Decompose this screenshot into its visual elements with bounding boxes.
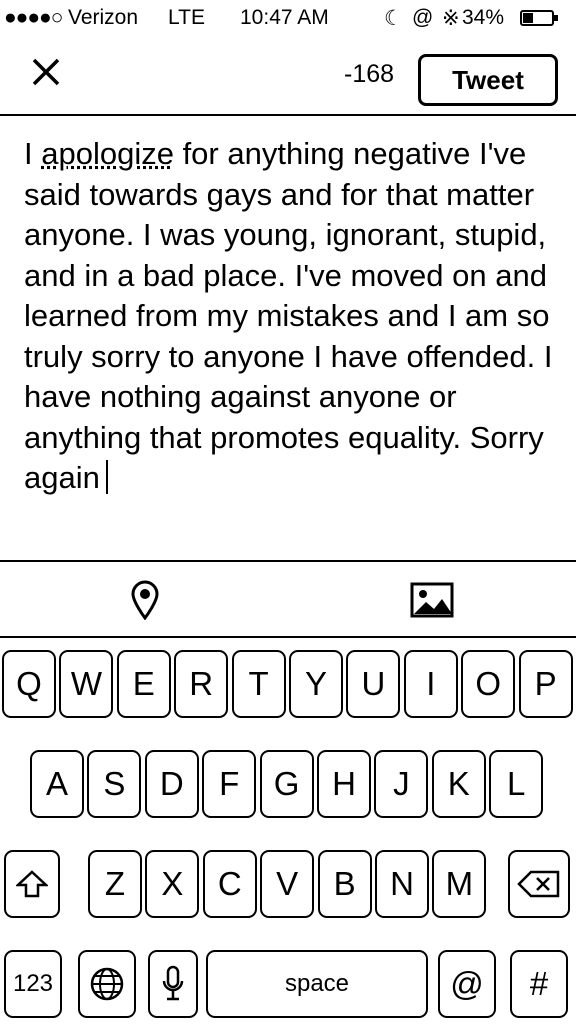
- key-e[interactable]: E: [116, 650, 171, 718]
- tweet-text-rest: for anything negative I've said towards …: [24, 136, 553, 495]
- tweet-text-area[interactable]: I apologize for anything negative I've s…: [24, 134, 560, 499]
- clock: 10:47 AM: [240, 6, 329, 29]
- key-j[interactable]: J: [374, 750, 429, 818]
- text-cursor: [105, 460, 108, 494]
- backspace-icon: [517, 870, 560, 898]
- key-h[interactable]: H: [317, 750, 371, 818]
- battery-icon: [520, 10, 558, 26]
- shift-icon: [16, 870, 48, 898]
- globe-key[interactable]: [78, 950, 136, 1018]
- tweet-button[interactable]: Tweet: [418, 54, 558, 106]
- battery-fill: [523, 13, 533, 23]
- key-y[interactable]: Y: [289, 650, 343, 718]
- at-key[interactable]: @: [438, 950, 496, 1018]
- bluetooth-icon: ※: [442, 7, 460, 30]
- carrier-name: Verizon: [68, 6, 139, 29]
- backspace-key[interactable]: [508, 850, 570, 918]
- key-u[interactable]: U: [346, 650, 401, 718]
- key-r[interactable]: R: [174, 650, 229, 718]
- key-s[interactable]: S: [87, 750, 142, 818]
- key-d[interactable]: D: [144, 750, 199, 818]
- key-a[interactable]: A: [30, 750, 84, 818]
- do-not-disturb-icon: ☾: [384, 7, 403, 30]
- network-type: LTE: [168, 6, 205, 29]
- globe-icon: [90, 967, 124, 1001]
- keyboard: QWERTYUIOP ASDFGHJKL ZXCVBNM 123 space @…: [0, 638, 576, 1024]
- key-c[interactable]: C: [202, 850, 257, 918]
- key-i[interactable]: I: [403, 650, 458, 718]
- battery-percentage: 34%: [462, 6, 505, 29]
- key-f[interactable]: F: [202, 750, 257, 818]
- key-t[interactable]: T: [231, 650, 286, 718]
- compose-header: -168 Tweet: [0, 38, 576, 116]
- key-m[interactable]: M: [432, 850, 487, 918]
- key-k[interactable]: K: [431, 750, 486, 818]
- shift-key[interactable]: [4, 850, 60, 918]
- key-q[interactable]: Q: [2, 650, 56, 718]
- space-key[interactable]: space: [206, 950, 428, 1018]
- attachment-bar: [0, 560, 576, 638]
- key-l[interactable]: L: [489, 750, 544, 818]
- hash-key[interactable]: #: [510, 950, 568, 1018]
- key-w[interactable]: W: [59, 650, 114, 718]
- key-p[interactable]: P: [518, 650, 573, 718]
- rotation-lock-icon: @: [412, 6, 434, 29]
- signal-strength: ●●●●○: [4, 6, 63, 29]
- photo-icon[interactable]: [410, 582, 454, 618]
- battery-nub: [554, 15, 558, 21]
- character-counter: -168: [344, 60, 395, 88]
- key-o[interactable]: O: [461, 650, 516, 718]
- key-x[interactable]: X: [145, 850, 200, 918]
- key-g[interactable]: G: [259, 750, 314, 818]
- microphone-icon: [162, 965, 184, 1001]
- status-bar: ●●●●○ Verizon LTE 10:47 AM ☾ @ ※ 34%: [0, 0, 576, 38]
- key-z[interactable]: Z: [88, 850, 142, 918]
- close-icon[interactable]: [26, 52, 66, 92]
- location-pin-icon[interactable]: [130, 580, 160, 621]
- tweet-text-start: I: [24, 136, 42, 171]
- microphone-key[interactable]: [148, 950, 198, 1018]
- key-n[interactable]: N: [375, 850, 429, 918]
- key-v[interactable]: V: [260, 850, 315, 918]
- key-b[interactable]: B: [317, 850, 372, 918]
- numbers-key[interactable]: 123: [4, 950, 62, 1018]
- misspelled-word[interactable]: apologize: [41, 136, 174, 171]
